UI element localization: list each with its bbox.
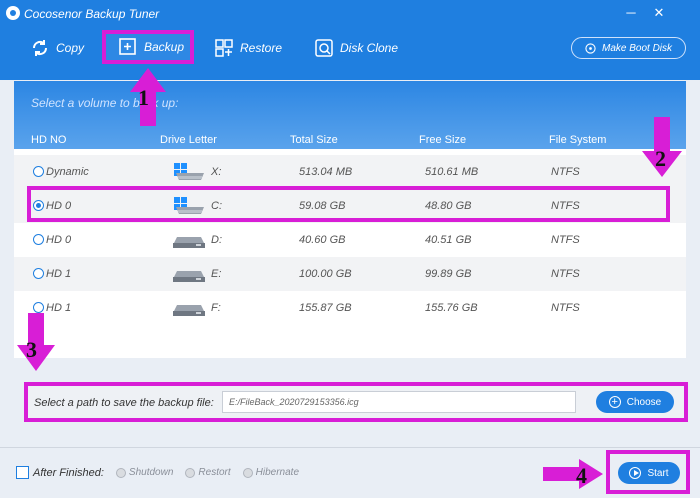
- backup-button[interactable]: Backup: [102, 30, 194, 64]
- column-file-system: File System: [549, 134, 607, 146]
- window-title: Cocosenor Backup Tuner: [24, 7, 160, 21]
- disk-clone-label: Disk Clone: [340, 41, 399, 55]
- step-4-arrow: [543, 459, 603, 489]
- total-size: 513.04 MB: [299, 166, 353, 178]
- copy-label: Copy: [56, 41, 85, 55]
- hibernate-label: Hibernate: [255, 467, 299, 478]
- step-4-number: 4: [576, 463, 587, 488]
- backup-label: Backup: [144, 40, 185, 54]
- app-logo-icon: [6, 6, 20, 20]
- volume-table-header: Select a volume to back up: HD NO Drive …: [14, 81, 686, 149]
- shutdown-radio[interactable]: [115, 467, 126, 478]
- copy-button[interactable]: Copy: [30, 34, 84, 62]
- column-total-size: Total Size: [290, 134, 338, 146]
- restore-grid-icon: [215, 39, 233, 57]
- after-finished-label: After Finished:: [33, 466, 104, 479]
- shutdown-option[interactable]: Shutdown: [115, 467, 174, 478]
- column-hd-no: HD NO: [31, 134, 67, 146]
- total-size: 155.87 GB: [299, 302, 352, 314]
- drive-letter: F:: [211, 302, 221, 314]
- disk-clone-button[interactable]: Disk Clone: [314, 34, 398, 62]
- free-size: 155.76 GB: [425, 302, 478, 314]
- backup-path-input[interactable]: [222, 391, 576, 413]
- drive-icon: [173, 237, 205, 248]
- step-3-number: 3: [26, 337, 37, 362]
- windows-drive-icon: [174, 163, 204, 180]
- disk-clone-icon: [315, 39, 333, 57]
- table-row[interactable]: HD 0 D: 40.60 GB 40.51 GB NTFS: [14, 223, 686, 257]
- selected-row-highlight: [27, 186, 670, 222]
- hd-no: Dynamic: [46, 166, 89, 178]
- minimize-icon[interactable]: ─: [620, 4, 642, 22]
- drive-letter: E:: [211, 268, 222, 280]
- after-finished-options: After Finished: Shutdown Restort Hiberna…: [16, 466, 299, 479]
- top-bar: Cocosenor Backup Tuner ─ ✕ Copy Backup R…: [0, 0, 700, 80]
- after-finished-checkbox[interactable]: [16, 466, 29, 479]
- start-highlight: Start: [606, 450, 690, 494]
- disc-icon: [585, 42, 596, 54]
- drive-icon: [173, 305, 205, 316]
- volume-radio[interactable]: [33, 268, 44, 279]
- backup-path-section: Select a path to save the backup file: +…: [24, 382, 688, 422]
- title-bar: Cocosenor Backup Tuner ─ ✕: [0, 0, 700, 28]
- free-size: 40.51 GB: [425, 234, 472, 246]
- restore-label: Restore: [240, 41, 283, 55]
- start-label: Start: [647, 467, 669, 479]
- file-system: NTFS: [551, 268, 580, 280]
- table-row[interactable]: Dynamic X: 513.04 MB 510.61 MB NTFS: [14, 155, 686, 189]
- shutdown-label: Shutdown: [128, 467, 174, 478]
- play-icon: [629, 467, 642, 479]
- copy-refresh-icon: [32, 40, 48, 56]
- column-drive-letter: Drive Letter: [160, 134, 217, 146]
- hd-no: HD 0: [46, 234, 72, 246]
- restart-option[interactable]: Restort: [185, 467, 231, 478]
- file-system: NTFS: [551, 166, 580, 178]
- step-2-number: 2: [655, 146, 666, 171]
- total-size: 40.60 GB: [299, 234, 346, 246]
- bottom-divider: [0, 447, 700, 448]
- start-button[interactable]: Start: [618, 462, 680, 484]
- choose-label: Choose: [626, 396, 662, 408]
- restart-label: Restort: [198, 467, 231, 478]
- close-icon[interactable]: ✕: [648, 4, 670, 22]
- path-label: Select a path to save the backup file:: [34, 397, 214, 409]
- choose-button[interactable]: + Choose: [596, 391, 674, 413]
- backup-plus-icon: [119, 38, 136, 55]
- drive-letter: D:: [211, 234, 222, 246]
- make-boot-disk-label: Make Boot Disk: [601, 42, 673, 54]
- hd-no: HD 1: [46, 268, 72, 280]
- restart-radio[interactable]: [185, 467, 196, 478]
- drive-letter: X:: [211, 166, 222, 178]
- table-row[interactable]: HD 1 E: 100.00 GB 99.89 GB NTFS: [14, 257, 686, 291]
- file-system: NTFS: [551, 302, 580, 314]
- restore-button[interactable]: Restore: [214, 34, 282, 62]
- make-boot-disk-button[interactable]: Make Boot Disk: [571, 37, 686, 59]
- column-free-size: Free Size: [419, 134, 467, 146]
- hibernate-option[interactable]: Hibernate: [242, 467, 299, 478]
- file-system: NTFS: [551, 234, 580, 246]
- hibernate-radio[interactable]: [242, 467, 253, 478]
- volume-radio[interactable]: [33, 166, 44, 177]
- volume-radio[interactable]: [33, 234, 44, 245]
- drive-icon: [173, 271, 205, 282]
- free-size: 99.89 GB: [425, 268, 472, 280]
- plus-circle-icon: +: [608, 396, 621, 408]
- table-row[interactable]: HD 1 F: 155.87 GB 155.76 GB NTFS: [14, 291, 686, 325]
- total-size: 100.00 GB: [299, 268, 352, 280]
- free-size: 510.61 MB: [425, 166, 479, 178]
- step-1-number: 1: [138, 85, 149, 110]
